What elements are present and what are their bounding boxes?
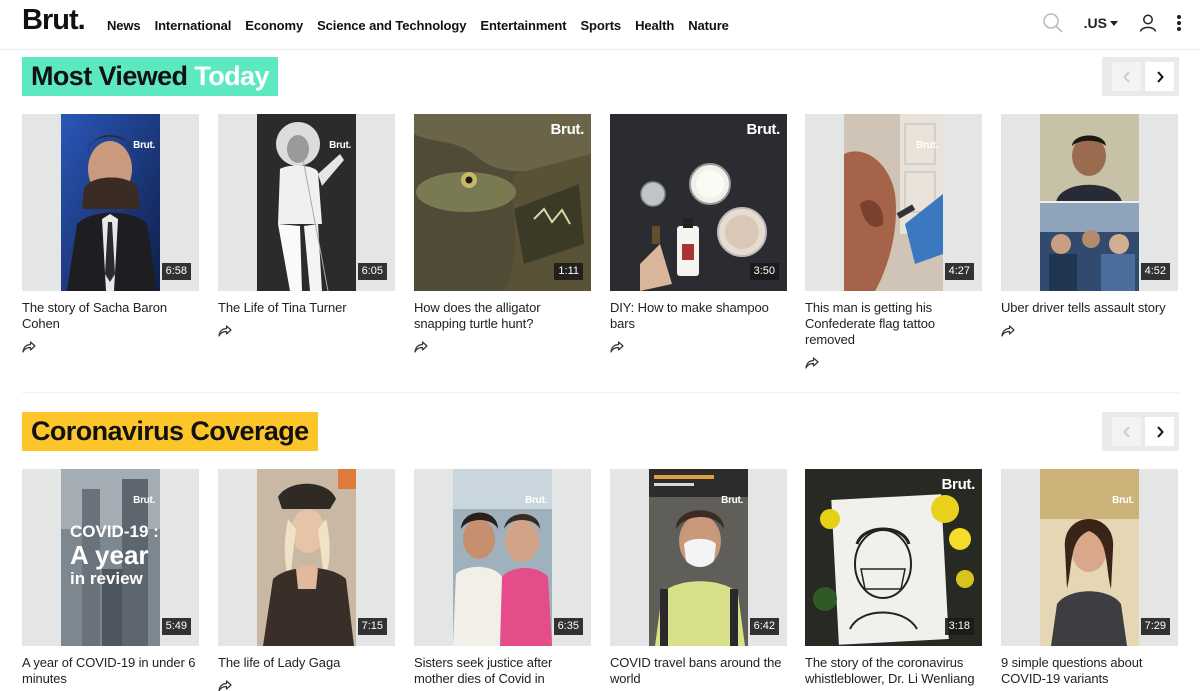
chevron-left-icon [1122, 425, 1130, 438]
video-duration: 1:11 [554, 263, 583, 280]
region-label: .US [1083, 15, 1107, 31]
video-duration: 7:29 [1140, 618, 1170, 635]
video-thumbnail[interactable]: Brut. 6:05 [218, 114, 395, 291]
video-title[interactable]: COVID travel bans around the world [610, 655, 787, 687]
video-title[interactable]: 9 simple questions about COVID-19 varian… [1001, 655, 1178, 687]
brut-watermark: Brut. [133, 140, 155, 151]
share-icon[interactable] [22, 341, 36, 353]
video-title[interactable]: Sisters seek justice after mother dies o… [414, 655, 591, 687]
video-thumbnail[interactable]: Brut. 7:29 [1001, 469, 1178, 646]
video-title[interactable]: This man is getting his Confederate flag… [805, 300, 982, 348]
main-nav: News International Economy Science and T… [107, 18, 729, 33]
carousel-prev-button[interactable] [1112, 417, 1141, 446]
chevron-right-icon [1156, 70, 1164, 83]
brut-watermark: Brut. [329, 140, 351, 151]
video-thumbnail[interactable]: Brut. 6:42 [610, 469, 787, 646]
video-title[interactable]: A year of COVID-19 in under 6 minutes [22, 655, 199, 687]
video-card[interactable]: Brut. 3:50 DIY: How to make shampoo bars [610, 114, 787, 358]
share-icon[interactable] [218, 680, 232, 691]
nav-health[interactable]: Health [635, 18, 674, 33]
video-duration: 4:27 [944, 263, 974, 280]
brut-watermark: Brut. [550, 121, 585, 138]
video-card[interactable]: Brut. 6:58 The story of Sacha Baron Cohe… [22, 114, 199, 358]
brut-watermark: Brut. [746, 121, 781, 138]
title-part2: Today [194, 61, 269, 91]
video-duration: 3:50 [749, 263, 779, 280]
video-title[interactable]: Uber driver tells assault story [1001, 300, 1178, 316]
video-thumbnail[interactable]: 7:15 [218, 469, 395, 646]
share-icon[interactable] [1001, 325, 1015, 337]
nav-sports[interactable]: Sports [580, 18, 621, 33]
nav-nature[interactable]: Nature [688, 18, 729, 33]
header-actions: .US [1042, 12, 1182, 34]
nav-entertainment[interactable]: Entertainment [480, 18, 566, 33]
section-divider [22, 392, 1179, 393]
video-title[interactable]: The story of the coronavirus whistleblow… [805, 655, 982, 687]
video-duration: 6:58 [161, 263, 191, 280]
section-title-most-viewed: Most Viewed Today [22, 57, 278, 96]
video-card[interactable]: Brut. 3:18 The story of the coronavirus … [805, 469, 982, 687]
top-header: Brut. News International Economy Science… [0, 0, 1200, 50]
video-duration: 3:18 [944, 618, 974, 635]
video-title[interactable]: The story of Sacha Baron Cohen [22, 300, 199, 332]
chevron-right-icon [1156, 425, 1164, 438]
chevron-left-icon [1122, 70, 1130, 83]
video-card[interactable]: Brut. 6:35 Sisters seek justice after mo… [414, 469, 591, 687]
video-thumbnail[interactable]: Brut. 3:18 [805, 469, 982, 646]
brut-watermark: Brut. [916, 140, 938, 151]
chevron-down-icon [1110, 20, 1118, 26]
nav-science-technology[interactable]: Science and Technology [317, 18, 466, 33]
video-duration: 4:52 [1140, 263, 1170, 280]
brut-watermark: Brut. [133, 495, 155, 506]
carousel-next-button[interactable] [1145, 62, 1174, 91]
video-thumbnail[interactable]: Brut. 6:58 [22, 114, 199, 291]
nav-economy[interactable]: Economy [245, 18, 303, 33]
video-duration: 6:42 [749, 618, 779, 635]
video-title[interactable]: DIY: How to make shampoo bars [610, 300, 787, 332]
carousel-next-button[interactable] [1145, 417, 1174, 446]
section-title-coronavirus: Coronavirus Coverage [22, 412, 318, 451]
more-menu-icon[interactable] [1176, 13, 1182, 33]
video-overlay-text: COVID-19 : A year in review [70, 522, 159, 588]
video-card[interactable]: Brut. 4:27 This man is getting his Confe… [805, 114, 982, 374]
carousel-prev-button[interactable] [1112, 62, 1141, 91]
brut-watermark: Brut. [941, 476, 976, 493]
video-duration: 6:35 [553, 618, 583, 635]
video-card[interactable]: 7:15 The life of Lady Gaga [218, 469, 395, 691]
video-card[interactable]: Brut. 7:29 9 simple questions about COVI… [1001, 469, 1178, 687]
brut-watermark: Brut. [525, 495, 547, 506]
video-card[interactable]: Brut. 1:11 How does the alligator snappi… [414, 114, 591, 358]
brut-watermark: Brut. [1112, 495, 1134, 506]
video-title[interactable]: How does the alligator snapping turtle h… [414, 300, 591, 332]
search-icon[interactable] [1042, 12, 1064, 34]
video-duration: 7:15 [357, 618, 387, 635]
video-title[interactable]: The Life of Tina Turner [218, 300, 395, 316]
video-thumbnail[interactable]: Brut. 1:11 [414, 114, 591, 291]
video-duration: 5:49 [161, 618, 191, 635]
share-icon[interactable] [610, 341, 624, 353]
video-thumbnail[interactable]: Brut. COVID-19 : A year in review 5:49 [22, 469, 199, 646]
brut-watermark: Brut. [721, 495, 743, 506]
title-part1: Most Viewed [31, 61, 188, 91]
carousel-controls-most-viewed [1102, 57, 1179, 96]
region-selector[interactable]: .US [1084, 15, 1118, 31]
video-title[interactable]: The life of Lady Gaga [218, 655, 395, 671]
video-card[interactable]: 4:52 Uber driver tells assault story [1001, 114, 1178, 342]
nav-international[interactable]: International [155, 18, 232, 33]
video-thumbnail[interactable]: Brut. 6:35 [414, 469, 591, 646]
video-duration: 6:05 [357, 263, 387, 280]
brut-logo[interactable]: Brut. [22, 4, 86, 37]
carousel-controls-coronavirus [1102, 412, 1179, 451]
video-thumbnail[interactable]: Brut. 3:50 [610, 114, 787, 291]
video-thumbnail[interactable]: Brut. 4:27 [805, 114, 982, 291]
user-icon[interactable] [1138, 13, 1158, 33]
video-card[interactable]: Brut. 6:42 COVID travel bans around the … [610, 469, 787, 687]
video-card[interactable]: Brut. 6:05 The Life of Tina Turner [218, 114, 395, 342]
share-icon[interactable] [414, 341, 428, 353]
share-icon[interactable] [805, 357, 819, 369]
video-card[interactable]: Brut. COVID-19 : A year in review 5:49 A… [22, 469, 199, 687]
video-thumbnail[interactable]: 4:52 [1001, 114, 1178, 291]
nav-news[interactable]: News [107, 18, 141, 33]
share-icon[interactable] [218, 325, 232, 337]
